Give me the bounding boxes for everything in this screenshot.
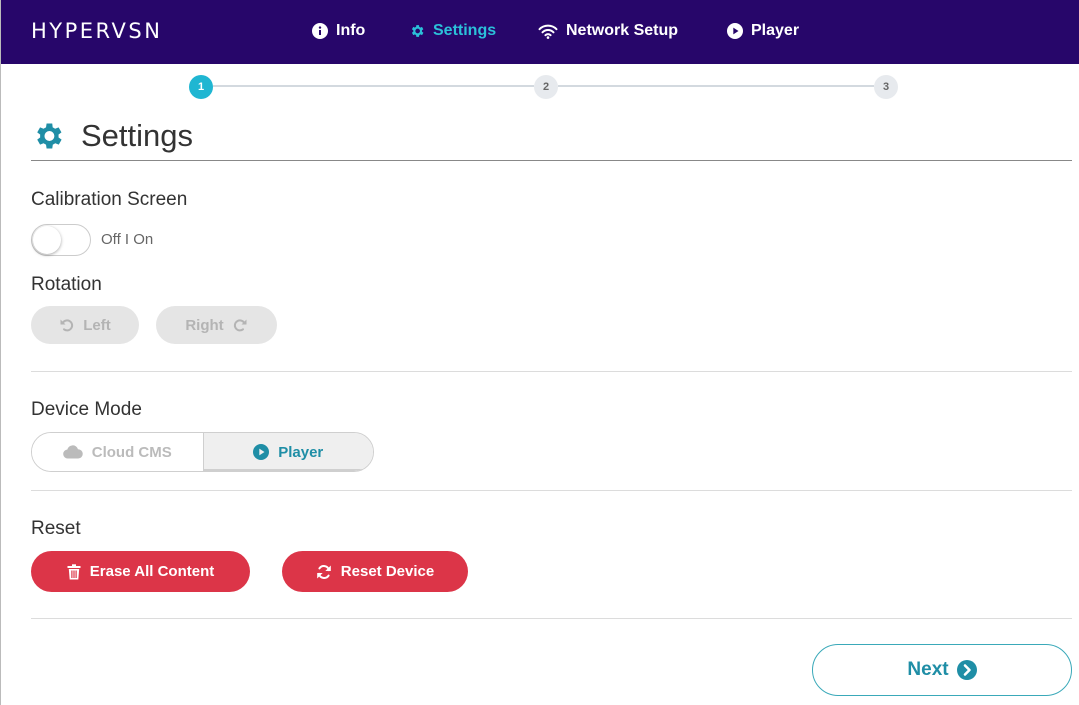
- gear-icon: [37, 123, 62, 149]
- erase-all-content-label: Erase All Content: [89, 563, 215, 580]
- progress-stepper: 1 2 3: [1, 72, 1079, 102]
- settings-page: HYPERVSN Info Settings Network Setup Pla…: [0, 0, 1079, 705]
- step-1[interactable]: 1: [189, 75, 213, 99]
- page-heading: Settings: [31, 118, 193, 154]
- nav-item-label: Info: [336, 22, 366, 39]
- step-3[interactable]: 3: [874, 75, 898, 99]
- calibration-label: Calibration Screen: [31, 189, 188, 210]
- trash-icon: [67, 563, 81, 579]
- rotation-label: Rotation: [31, 274, 102, 295]
- next-button[interactable]: Next: [812, 644, 1072, 696]
- device-mode-selector: Cloud CMS Player: [31, 432, 374, 472]
- chevron-circle-right-icon: [956, 660, 977, 680]
- erase-all-content-button[interactable]: Erase All Content: [31, 551, 250, 592]
- section-divider: [31, 490, 1072, 491]
- nav-item-label: Settings: [433, 22, 497, 39]
- player-label: Player: [278, 443, 324, 461]
- rotate-right-button[interactable]: Right: [156, 306, 277, 344]
- rotate-left-icon: [60, 319, 74, 332]
- section-divider: [31, 371, 1072, 372]
- heading-divider: [31, 160, 1072, 161]
- play-circle-icon: [253, 444, 270, 460]
- nav-item-label: Network Setup: [566, 22, 679, 39]
- rotate-right-label: Right: [185, 316, 224, 334]
- nav-item-label: Player: [751, 22, 800, 39]
- info-circle-icon: [312, 23, 328, 39]
- nav-item-settings[interactable]: Settings: [409, 22, 496, 40]
- stepper-line: [558, 85, 874, 87]
- stepper-line: [213, 85, 534, 87]
- top-navbar: HYPERVSN Info Settings Network Setup Pla…: [1, 0, 1079, 64]
- device-mode-player[interactable]: Player: [202, 433, 373, 471]
- step-2[interactable]: 2: [534, 75, 558, 99]
- nav-item-player[interactable]: Player: [727, 22, 799, 40]
- brand-logo[interactable]: HYPERVSN: [31, 19, 162, 43]
- page-title: Settings: [81, 118, 194, 153]
- cloud-icon: [62, 445, 83, 459]
- nav-item-info[interactable]: Info: [312, 22, 365, 40]
- reset-label: Reset: [31, 518, 81, 539]
- next-label: Next: [907, 659, 949, 680]
- wifi-icon: [538, 24, 558, 39]
- calibration-toggle[interactable]: [31, 224, 91, 256]
- section-divider: [31, 618, 1072, 619]
- gear-icon: [411, 25, 424, 37]
- reset-device-button[interactable]: Reset Device: [282, 551, 468, 592]
- reset-device-label: Reset Device: [340, 563, 435, 580]
- rotate-right-icon: [233, 319, 247, 332]
- calibration-toggle-text: Off I On: [101, 231, 154, 248]
- rotate-left-label: Left: [83, 316, 111, 334]
- device-mode-label: Device Mode: [31, 399, 142, 420]
- rotate-left-button[interactable]: Left: [31, 306, 139, 344]
- cloud-cms-label: Cloud CMS: [91, 443, 172, 461]
- device-mode-cloud-cms[interactable]: Cloud CMS: [32, 433, 203, 471]
- sync-icon: [316, 564, 331, 579]
- toggle-knob: [33, 226, 61, 254]
- play-circle-icon: [727, 23, 743, 39]
- nav-item-network-setup[interactable]: Network Setup: [538, 22, 678, 40]
